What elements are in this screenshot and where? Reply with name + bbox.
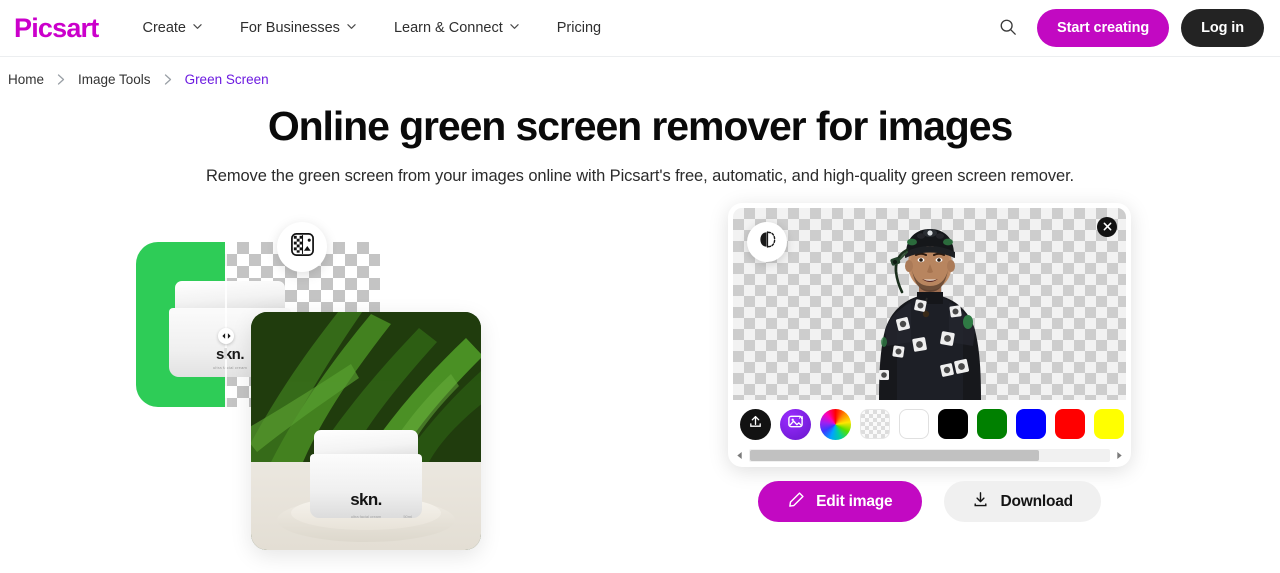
chevron-right-icon: [1117, 452, 1122, 460]
edit-image-button[interactable]: Edit image: [758, 481, 923, 523]
compare-split-line: [225, 242, 227, 408]
nav-item-for-businesses[interactable]: For Businesses: [240, 12, 356, 44]
close-icon: [1103, 218, 1112, 236]
chevron-left-icon: [737, 452, 742, 460]
jar-body: skn. ultra facial cream 50ml: [310, 454, 422, 520]
subject-cutout-image: [855, 222, 1005, 401]
white-swatch[interactable]: [899, 409, 929, 440]
jar-lid: [175, 281, 285, 312]
chevron-right-icon: [57, 74, 65, 85]
main-navigation: Create For Businesses Learn & Connect Pr…: [142, 12, 601, 44]
product-jar-photo: skn. ultra facial cream 50ml: [310, 430, 422, 520]
search-button[interactable]: [991, 11, 1025, 45]
nav-item-pricing[interactable]: Pricing: [557, 12, 601, 44]
red-swatch[interactable]: [1055, 409, 1085, 440]
header-actions: Start creating Log in: [991, 9, 1264, 47]
jar-brand-label: skn.: [350, 490, 382, 510]
nav-item-label: Pricing: [556, 20, 602, 36]
scrollbar-left-arrow[interactable]: [733, 451, 746, 460]
yellow-swatch[interactable]: [1094, 409, 1124, 440]
scrollbar-track[interactable]: [749, 449, 1110, 463]
download-label: Download: [1000, 492, 1073, 510]
compare-toggle-button[interactable]: [747, 222, 787, 263]
editor-actions: Edit image Download: [728, 481, 1131, 523]
upload-background-button[interactable]: [740, 408, 771, 440]
green-screen-illustration: skn. ultra facial cream skn. ultra facia…: [136, 222, 486, 554]
edit-image-label: Edit image: [816, 492, 893, 510]
download-icon: [972, 491, 989, 513]
nav-item-label: Create: [142, 20, 186, 36]
jar-sub-label: ultra facial cream: [350, 514, 382, 520]
pencil-icon: [788, 491, 805, 513]
chevron-down-icon: [193, 22, 202, 31]
checkered-image-icon: [290, 232, 315, 262]
showcase-section: skn. ultra facial cream skn. ultra facia…: [0, 198, 1280, 558]
scrollbar-thumb[interactable]: [750, 450, 1039, 462]
swatch-scrollbar[interactable]: [733, 448, 1126, 463]
black-swatch[interactable]: [938, 409, 968, 440]
nav-item-learn-connect[interactable]: Learn & Connect: [394, 12, 519, 44]
nav-item-label: For Businesses: [240, 20, 340, 36]
svg-text:AI: AI: [799, 415, 803, 420]
chevron-down-icon: [510, 22, 519, 31]
jar-lid: [314, 430, 418, 458]
green-screen-editor-panel: AI: [728, 203, 1131, 468]
green-swatch[interactable]: [977, 409, 1007, 440]
site-header: Picsart Create For Businesses Learn & Co…: [0, 0, 1280, 57]
ai-background-button[interactable]: AI: [780, 408, 811, 440]
breadcrumb-item-home[interactable]: Home: [8, 72, 44, 87]
drag-split-icon: [221, 333, 231, 339]
image-tool-badge[interactable]: [277, 222, 327, 273]
before-after-compare-icon: [758, 230, 777, 254]
nav-item-label: Learn & Connect: [393, 20, 503, 36]
close-editor-button[interactable]: [1097, 217, 1117, 238]
color-picker-button[interactable]: [820, 408, 851, 440]
chevron-down-icon: [347, 22, 356, 31]
scrollbar-right-arrow[interactable]: [1113, 451, 1126, 460]
product-photo-card: skn. ultra facial cream 50ml: [251, 312, 481, 551]
breadcrumb-item-green-screen[interactable]: Green Screen: [185, 72, 269, 87]
nav-item-create[interactable]: Create: [142, 12, 202, 44]
start-creating-button[interactable]: Start creating: [1037, 9, 1170, 47]
page-subtitle: Remove the green screen from your images…: [205, 167, 1075, 186]
background-swatch-row: AI: [733, 402, 1126, 446]
hero-section: Online green screen remover for images R…: [0, 87, 1280, 186]
login-button[interactable]: Log in: [1181, 9, 1264, 47]
picsart-logo[interactable]: Picsart: [14, 14, 99, 42]
breadcrumb: Home Image Tools Green Screen: [0, 57, 1280, 87]
upload-icon: [748, 414, 763, 434]
transparent-swatch[interactable]: [860, 409, 890, 440]
search-icon: [999, 18, 1017, 39]
jar-volume-label: 50ml: [403, 514, 412, 520]
ai-image-icon: AI: [787, 413, 804, 435]
page-title: Online green screen remover for images: [267, 103, 1013, 149]
editor-canvas[interactable]: [733, 208, 1126, 401]
blue-swatch[interactable]: [1016, 409, 1046, 440]
download-button[interactable]: Download: [944, 481, 1101, 523]
chevron-right-icon: [164, 74, 172, 85]
breadcrumb-item-image-tools[interactable]: Image Tools: [78, 72, 151, 87]
